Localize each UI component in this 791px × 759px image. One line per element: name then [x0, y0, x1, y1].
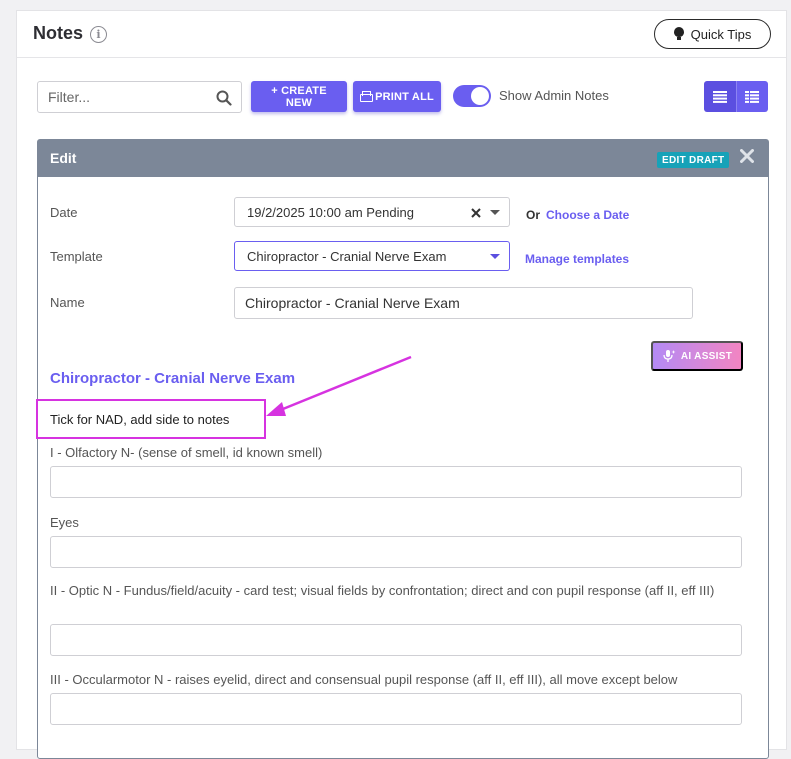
toggle-knob [471, 87, 489, 105]
search-icon[interactable] [216, 90, 232, 106]
create-new-button[interactable]: + CREATE NEW [251, 81, 347, 112]
template-select[interactable]: Chiropractor - Cranial Nerve Exam [234, 241, 510, 271]
chevron-down-icon [490, 254, 500, 259]
edit-draft-badge: EDIT DRAFT [657, 152, 730, 168]
question-input[interactable] [50, 624, 742, 656]
admin-notes-label: Show Admin Notes [499, 88, 609, 103]
date-select[interactable]: 19/2/2025 10:00 am Pending [234, 197, 510, 227]
admin-notes-toggle[interactable] [453, 85, 491, 107]
date-label: Date [50, 205, 78, 220]
clear-icon[interactable] [471, 208, 481, 218]
name-label: Name [50, 295, 85, 310]
question-input[interactable] [50, 536, 742, 568]
notes-panel: Notes i Quick Tips + CREATE NEW PRINT AL… [16, 10, 787, 759]
date-value: 19/2/2025 10:00 am Pending [247, 204, 414, 220]
table-icon [745, 90, 760, 103]
question-input[interactable] [50, 466, 742, 498]
question-label: Eyes [50, 515, 79, 530]
ai-assist-label: AI ASSIST [680, 350, 733, 362]
lightbulb-icon [673, 27, 684, 41]
edit-header: Edit EDIT DRAFT [38, 140, 768, 177]
template-heading: Chiropractor - Cranial Nerve Exam [50, 370, 296, 387]
print-all-label: PRINT ALL [375, 90, 434, 103]
list-view-button[interactable] [704, 81, 736, 112]
question-label: III - Occularmotor N - raises eyelid, di… [50, 672, 678, 687]
page-title: Notes [33, 23, 84, 43]
question-label: II - Optic N - Fundus/field/acuity - car… [50, 583, 715, 598]
view-toggle-group [704, 81, 768, 112]
close-icon[interactable] [740, 149, 754, 163]
question-label: I - Olfactory N- (sense of smell, id kno… [50, 445, 323, 460]
template-label: Template [50, 249, 103, 264]
name-input[interactable] [234, 287, 693, 319]
edit-card: Edit EDIT DRAFT Date 19/2/2025 10:00 am … [36, 139, 769, 759]
panel-header: Notes i Quick Tips [17, 11, 786, 58]
print-all-button[interactable]: PRINT ALL [353, 81, 441, 112]
table-view-button[interactable] [735, 81, 768, 112]
ai-assist-button[interactable]: AI ASSIST [651, 341, 743, 371]
filter-box [37, 81, 242, 113]
microphone-sparkle-icon [663, 350, 676, 362]
note-text: Tick for NAD, add side to notes [50, 412, 230, 427]
manage-templates-link[interactable]: Manage templates [525, 252, 629, 266]
template-value: Chiropractor - Cranial Nerve Exam [247, 248, 447, 264]
choose-date-link[interactable]: Choose a Date [546, 208, 629, 222]
edit-title: Edit [50, 150, 77, 166]
or-text: Or [526, 208, 541, 222]
chevron-down-icon [490, 210, 500, 215]
quick-tips-button[interactable]: Quick Tips [654, 19, 771, 49]
question-input[interactable] [50, 693, 742, 725]
info-icon[interactable]: i [90, 26, 107, 43]
quick-tips-label: Quick Tips [690, 26, 752, 42]
filter-input[interactable] [38, 82, 208, 112]
list-icon [712, 90, 727, 103]
printer-icon [360, 90, 374, 102]
